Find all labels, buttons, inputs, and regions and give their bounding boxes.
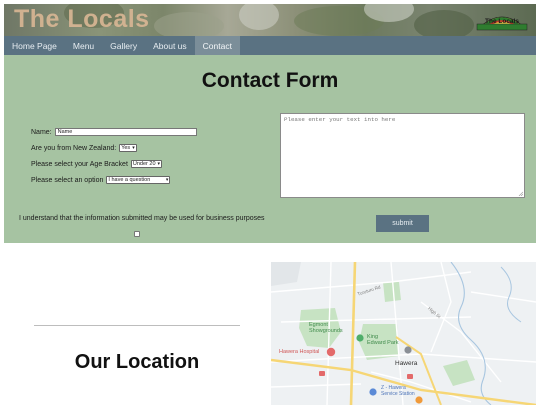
age-label: Please select your Age Bracket — [31, 160, 128, 168]
nav-item-gallery[interactable]: Gallery — [102, 36, 145, 55]
header-foliage — [239, 4, 279, 30]
logo-text: The Locals — [485, 18, 519, 25]
age-select-value: Under 20 — [132, 161, 156, 167]
station-pin-icon[interactable] — [369, 388, 377, 396]
consent-checkbox[interactable] — [134, 231, 140, 237]
contact-form-title: Contact Form — [201, 69, 339, 92]
age-row: Please select your Age Bracket Under 20 … — [31, 160, 163, 168]
nav-item-about[interactable]: About us — [145, 36, 195, 55]
site-header: The Locals The Locals — [4, 4, 536, 36]
map-label-station-text: Z - Hawera Service Station — [381, 385, 415, 397]
option-select-value: I have a question — [108, 177, 151, 183]
message-placeholder: Please enter your text into here — [284, 116, 396, 123]
park-pin-icon[interactable] — [356, 334, 364, 342]
name-input[interactable]: Name — [54, 128, 197, 136]
nz-row: Are you from New Zealand: Yes ▾ — [31, 144, 137, 152]
nav-item-home[interactable]: Home Page — [4, 36, 65, 55]
road-shield-icon — [319, 371, 325, 376]
nz-select[interactable]: Yes ▾ — [119, 144, 137, 152]
map-label-station: Z - Hawera Service Station — [381, 385, 415, 397]
option-label: Please select an option — [31, 176, 104, 184]
chevron-down-icon: ▾ — [132, 145, 135, 151]
green-area — [443, 360, 475, 386]
nav-item-contact[interactable]: Contact — [194, 36, 240, 55]
header-foliage — [414, 10, 474, 36]
map-label-park-text: King Edward Park — [367, 334, 399, 346]
location-title: Our Location — [74, 351, 200, 373]
name-row: Name: Name — [31, 128, 197, 136]
contact-section: Contact Form Name: Name Are you from New… — [4, 55, 536, 243]
green-area — [383, 282, 401, 302]
nav-item-menu[interactable]: Menu — [65, 36, 102, 55]
map-label-town: Hawera — [395, 360, 418, 367]
location-map[interactable]: Egmont Showgrounds King Edward Park Hawe… — [271, 262, 536, 405]
submit-button[interactable]: submit — [376, 215, 429, 232]
map-label-showgrounds: Egmont Showgrounds — [309, 322, 343, 334]
chevron-down-icon: ▾ — [165, 177, 169, 183]
map-label-showgrounds-text: Egmont Showgrounds — [309, 322, 343, 334]
header-foliage — [154, 12, 224, 36]
map-label-park: King Edward Park — [367, 334, 399, 346]
site-logo[interactable]: The Locals — [476, 9, 528, 31]
section-divider — [34, 325, 240, 326]
resize-grip-icon[interactable] — [518, 191, 523, 196]
option-row: Please select an option I have a questio… — [31, 176, 171, 184]
nz-select-value: Yes — [121, 145, 131, 151]
block-area — [271, 262, 301, 286]
main-nav: Home Page Menu Gallery About us Contact — [4, 36, 536, 55]
map-label-hospital: Hawera Hospital — [279, 349, 320, 355]
chevron-down-icon: ▾ — [157, 161, 161, 167]
age-select[interactable]: Under 20 ▾ — [130, 160, 163, 168]
nz-label: Are you from New Zealand: — [31, 144, 117, 152]
food-pin-icon[interactable] — [415, 396, 423, 404]
hospital-pin-icon[interactable] — [326, 347, 336, 357]
road-shield-icon — [407, 374, 413, 379]
consent-text: I understand that the information submit… — [19, 215, 265, 222]
option-select[interactable]: I have a question ▾ — [106, 176, 171, 184]
message-textarea[interactable]: Please enter your text into here — [280, 113, 525, 198]
place-pin-icon[interactable] — [404, 346, 412, 354]
name-label: Name: — [31, 128, 52, 136]
site-title: The Locals — [14, 5, 150, 33]
